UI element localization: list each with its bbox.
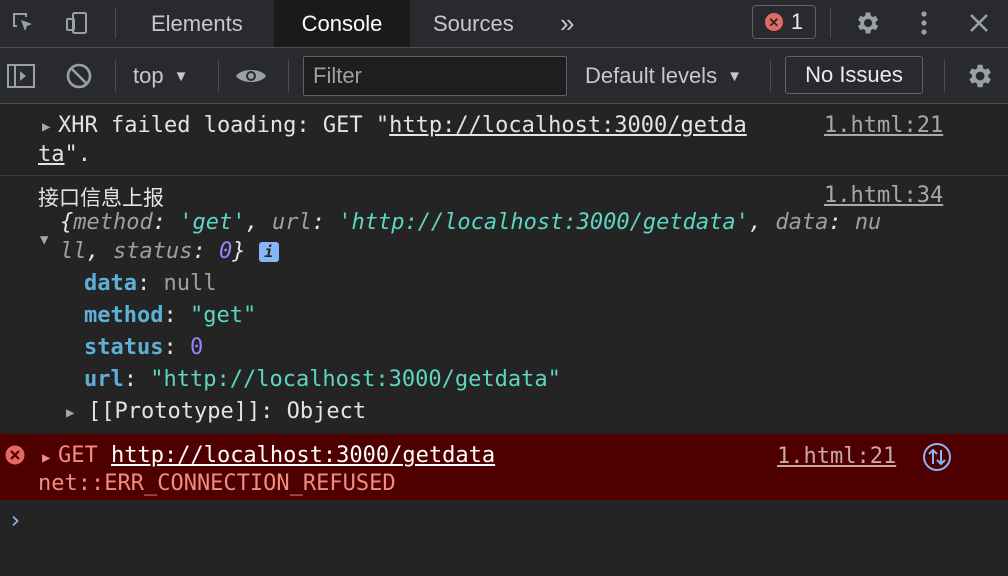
prototype-entry[interactable]: [[Prototype]]: Object (88, 399, 366, 424)
error-url-link[interactable]: http://localhost:3000/getdata (111, 443, 495, 468)
chevron-down-icon: ▼ (727, 67, 742, 85)
xhr-suffix: ". (64, 142, 92, 167)
error-count-badge[interactable]: ✕ 1 (752, 5, 816, 39)
collapse-triangle-icon[interactable]: ▼ (40, 232, 48, 248)
expand-triangle-icon[interactable]: ▶ (42, 119, 50, 135)
context-selector[interactable]: top ▼ (133, 56, 188, 96)
error-message: ▶ GET http://localhost:3000/getdata net:… (0, 434, 1008, 500)
log-levels-label: Default levels (585, 63, 718, 88)
device-toolbar-icon[interactable] (60, 6, 94, 40)
object-preview-continued[interactable]: ll, status: 0} i (60, 239, 279, 264)
log-levels-dropdown[interactable]: Default levels ▼ (585, 56, 742, 96)
console-output: ▶ XHR failed loading: GET "http://localh… (0, 104, 1008, 576)
xhr-url-link[interactable]: http://localhost:3000/getda (389, 113, 747, 138)
error-method: GET (58, 443, 111, 468)
xhr-failed-message: ▶ XHR failed loading: GET "http://localh… (0, 104, 1008, 174)
info-icon[interactable]: i (258, 242, 279, 262)
devtools-tabbar: Elements Console Sources » ✕ 1 (0, 0, 1008, 48)
error-icon: ✕ (764, 13, 783, 31)
tab-console[interactable]: Console (274, 0, 410, 47)
context-label: top (133, 63, 164, 88)
chevron-down-icon: ▼ (173, 67, 189, 85)
source-link[interactable]: 1.html:21 (777, 444, 896, 469)
source-link[interactable]: 1.html:21 (824, 113, 943, 138)
live-expression-eye-icon[interactable] (234, 59, 268, 93)
object-property: status: 0 (84, 335, 204, 360)
xhr-prefix: XHR failed loading: GET " (58, 113, 390, 138)
object-property: method: "get" (84, 303, 257, 328)
error-detail: net::ERR_CONNECTION_REFUSED (38, 471, 396, 496)
error-circle-icon (5, 445, 25, 471)
console-toolbar: top ▼ Filter Default levels ▼ No Issues (0, 48, 1008, 104)
log-message: 接口信息上报 1.html:34 ▼ {method: 'get', url: … (0, 176, 1008, 434)
close-icon[interactable] (962, 6, 996, 40)
more-options-icon[interactable] (907, 6, 941, 40)
source-link[interactable]: 1.html:34 (824, 183, 943, 208)
issues-button[interactable]: No Issues (785, 56, 923, 94)
xhr-url-link-continued[interactable]: ta (38, 142, 65, 167)
console-prompt[interactable]: › (8, 506, 22, 534)
inspect-element-icon[interactable] (6, 6, 40, 40)
network-request-icon[interactable] (922, 442, 952, 478)
filter-input[interactable]: Filter (303, 56, 567, 96)
object-property: url: "http://localhost:3000/getdata" (84, 367, 561, 392)
log-label: 接口信息上报 (38, 186, 164, 210)
more-tabs-button[interactable]: » (560, 0, 574, 47)
sidebar-toggle-icon[interactable] (4, 59, 38, 93)
console-settings-gear-icon[interactable] (962, 59, 996, 93)
tab-sources[interactable]: Sources (415, 0, 532, 47)
expand-triangle-icon[interactable]: ▶ (42, 450, 50, 466)
tab-elements[interactable]: Elements (133, 0, 261, 47)
expand-triangle-icon[interactable]: ▶ (66, 405, 74, 421)
object-property: data: null (84, 271, 217, 296)
object-preview[interactable]: {method: 'get', url: 'http://localhost:3… (60, 210, 881, 235)
error-count: 1 (790, 9, 804, 34)
settings-gear-icon[interactable] (850, 6, 884, 40)
clear-console-icon[interactable] (62, 59, 96, 93)
